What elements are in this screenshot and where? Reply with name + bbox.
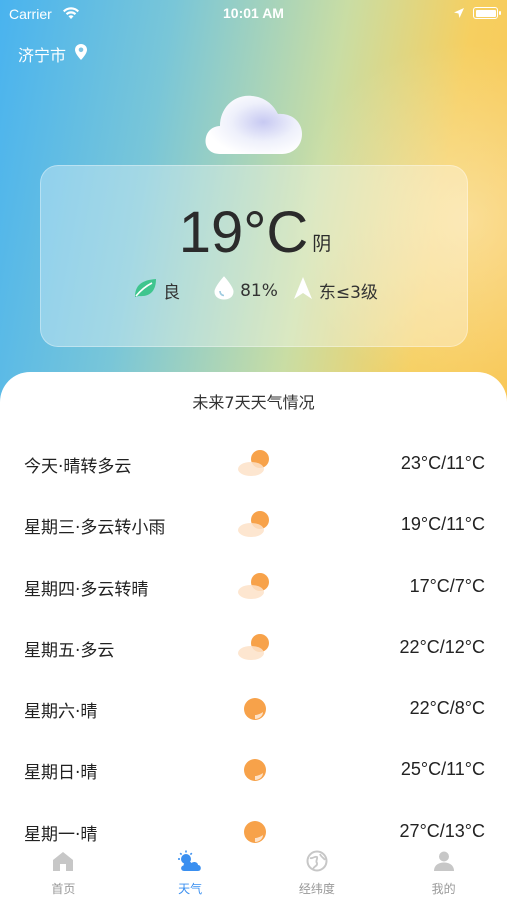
status-bar: Carrier 10:01 AM xyxy=(0,0,507,28)
forecast-temps: 23°C/11°C xyxy=(400,453,485,473)
forecast-day-label: 星期六·晴 xyxy=(24,702,98,723)
forecast-row[interactable]: 星期四·多云转晴 17°C/7°C xyxy=(0,556,507,617)
city-selector[interactable]: 济宁市 xyxy=(18,42,88,66)
tab-coordinates[interactable]: 经纬度 xyxy=(254,845,381,900)
forecast-row[interactable]: 星期三·多云转小雨 19°C/11°C xyxy=(0,494,507,555)
sun-icon xyxy=(236,752,274,788)
humidity-value: 81% xyxy=(240,280,278,301)
tab-home[interactable]: 首页 xyxy=(0,845,127,900)
home-icon xyxy=(51,850,75,876)
sun-cloud-icon xyxy=(236,446,274,482)
air-quality: 良 xyxy=(132,277,180,304)
city-name: 济宁市 xyxy=(18,46,67,65)
forecast-sheet: 未来7天天气情况 今天·晴转多云 23°C/11°C 星期三·多云转小雨 19°… xyxy=(0,372,507,900)
tab-coordinates-label: 经纬度 xyxy=(298,882,335,896)
forecast-day-label: 星期一·晴 xyxy=(24,824,98,845)
cloud-icon xyxy=(202,88,306,158)
location-arrow-icon xyxy=(453,7,465,23)
forecast-temps: 19°C/11°C xyxy=(400,514,485,535)
forecast-row[interactable]: 星期五·多云 22°C/12°C xyxy=(0,617,507,678)
tab-profile-label: 我的 xyxy=(431,882,456,896)
current-temperature: 19°C xyxy=(178,200,309,265)
forecast-temps: 22°C/12°C xyxy=(399,636,485,657)
wind-direction-icon xyxy=(292,276,319,305)
sun-icon xyxy=(236,691,274,727)
forecast-title: 未来7天天气情况 xyxy=(192,393,315,412)
tab-profile[interactable]: 我的 xyxy=(380,845,507,900)
forecast-day-label: 星期四·多云转晴 xyxy=(24,579,149,600)
current-condition: 阴 xyxy=(312,233,332,255)
forecast-row[interactable]: 星期六·晴 22°C/8°C xyxy=(0,678,507,739)
leaf-icon xyxy=(132,277,163,304)
forecast-temps: 22°C/8°C xyxy=(409,698,485,719)
wind: 东≤3级 xyxy=(292,276,378,305)
sun-cloud-icon xyxy=(236,630,274,666)
forecast-temps: 25°C/11°C xyxy=(400,759,485,780)
tab-home-label: 首页 xyxy=(51,882,76,896)
location-pin-icon xyxy=(74,43,88,65)
tab-weather[interactable]: 天气 xyxy=(127,845,254,900)
battery-icon xyxy=(473,7,501,19)
globe-icon xyxy=(305,850,329,876)
current-weather-card: 19°C 阴 良 81% 东≤3级 xyxy=(40,165,468,347)
wind-value: 东≤3级 xyxy=(318,283,378,303)
sun-cloud-icon xyxy=(236,507,274,543)
water-drop-icon xyxy=(213,276,240,305)
tab-bar: 首页 天气 经纬度 我的 xyxy=(0,845,507,900)
air-quality-value: 良 xyxy=(163,283,181,303)
forecast-row[interactable]: 星期日·晴 25°C/11°C xyxy=(0,739,507,800)
forecast-day-label: 星期日·晴 xyxy=(24,763,98,784)
forecast-temps: 27°C/13°C xyxy=(399,820,485,841)
forecast-row[interactable]: 今天·晴转多云 23°C/11°C xyxy=(0,433,507,494)
sun-cloud-icon xyxy=(236,569,274,605)
user-icon xyxy=(432,850,456,876)
current-temp-row: 19°C 阴 xyxy=(41,204,469,262)
weather-icon xyxy=(176,850,204,876)
status-time: 10:01 AM xyxy=(223,5,284,21)
forecast-day-label: 今天·晴转多云 xyxy=(24,457,132,477)
forecast-day-label: 星期三·多云转小雨 xyxy=(24,518,166,539)
current-meta-row: 良 81% 东≤3级 xyxy=(41,276,469,305)
humidity: 81% xyxy=(213,276,278,305)
forecast-day-label: 星期五·多云 xyxy=(24,640,115,661)
forecast-temps: 17°C/7°C xyxy=(409,575,485,596)
forecast-list: 今天·晴转多云 23°C/11°C 星期三·多云转小雨 19°C/11°C 星期… xyxy=(0,433,507,862)
tab-weather-label: 天气 xyxy=(178,882,203,896)
